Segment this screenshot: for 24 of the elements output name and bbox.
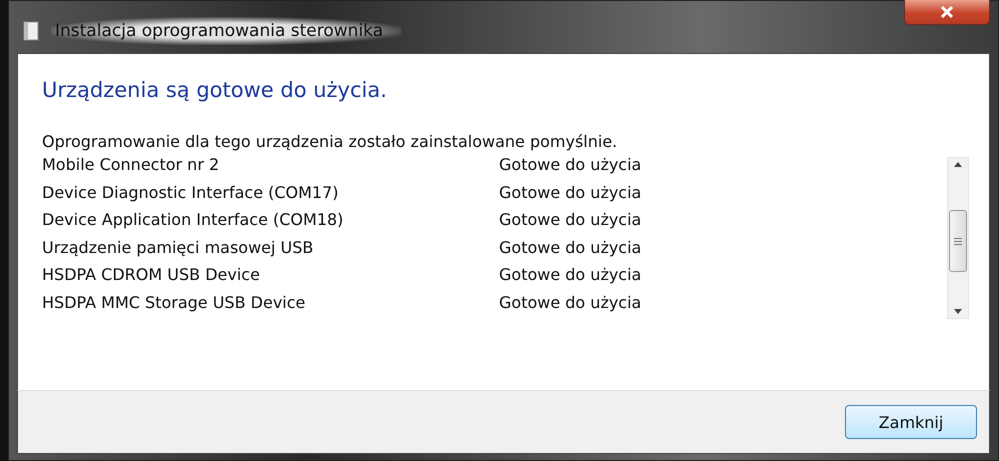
heading: Urządzenia są gotowe do użycia. xyxy=(42,78,388,102)
device-name: Device Diagnostic Interface (COM17) xyxy=(42,182,340,202)
scrollbar[interactable] xyxy=(947,157,969,319)
device-status: Gotowe do użycia xyxy=(499,265,642,284)
document-icon xyxy=(23,21,39,41)
scroll-up-icon[interactable] xyxy=(954,162,962,167)
device-name: Urządzenie pamięci masowej USB xyxy=(42,238,314,257)
device-status: Gotowe do użycia xyxy=(499,238,642,257)
device-name: Mobile Connector nr 2 xyxy=(42,155,220,174)
device-status: Gotowe do użycia xyxy=(499,182,642,202)
device-status: Gotowe do użycia xyxy=(499,155,642,174)
message: Oprogramowanie dla tego urządzenia zostało zainstalowane pomyślnie. xyxy=(42,132,618,151)
close-dialog-button[interactable]: Zamknij xyxy=(845,405,977,439)
device-name: HSDPA CDROM USB Device xyxy=(42,265,261,284)
close-icon xyxy=(941,6,953,18)
close-button[interactable] xyxy=(904,0,990,25)
window-title: Instalacja oprogramowania sterownika xyxy=(51,17,402,45)
scroll-thumb[interactable] xyxy=(949,210,967,272)
device-status: Gotowe do użycia xyxy=(499,292,642,312)
scroll-down-icon[interactable] xyxy=(954,309,962,314)
grip-icon xyxy=(954,238,962,244)
device-name: HSDPA MMC Storage USB Device xyxy=(42,292,306,312)
device-name: Device Application Interface (COM18) xyxy=(42,210,344,230)
device-status: Gotowe do użycia xyxy=(499,210,642,230)
